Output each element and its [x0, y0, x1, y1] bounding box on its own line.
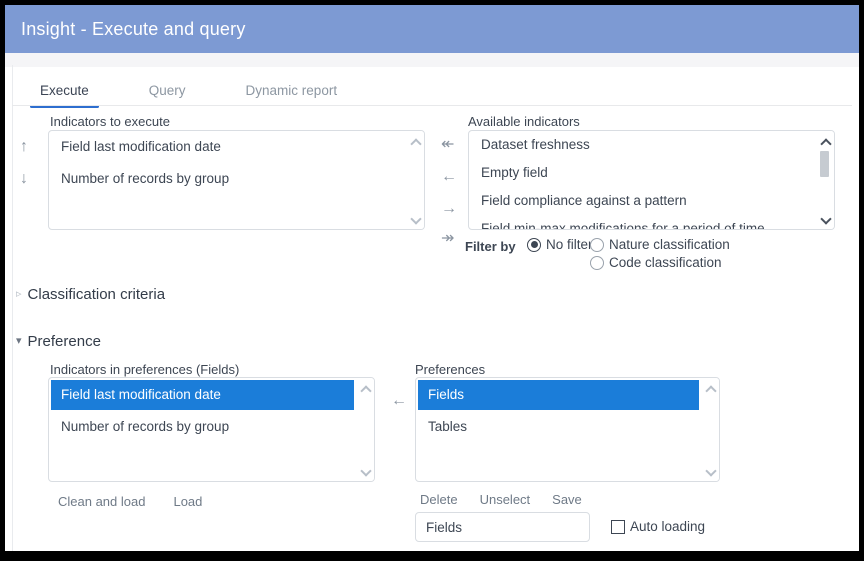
radio-label[interactable]: Code classification [609, 255, 722, 270]
indicators-to-execute-label: Indicators to execute [50, 114, 170, 129]
radio-icon[interactable] [590, 256, 604, 270]
filter-by-label: Filter by [465, 239, 516, 254]
available-indicators-list[interactable]: Dataset freshness Empty field Field comp… [468, 130, 835, 230]
tab-bar: Execute Query Dynamic report [30, 79, 347, 105]
scroll-up-icon[interactable] [361, 384, 369, 392]
section-preference[interactable]: ▾ Preference [16, 333, 101, 350]
window-title: Insight - Execute and query [21, 19, 246, 40]
scroll-up-icon[interactable] [821, 137, 829, 145]
list-item[interactable]: Number of records by group [49, 163, 406, 195]
move-up-icon[interactable]: ↑ [20, 139, 28, 155]
window-frame: Insight - Execute and query Execute Quer… [0, 0, 864, 561]
move-down-icon[interactable]: ↓ [20, 171, 28, 187]
indicators-to-execute-list[interactable]: Field last modification date Number of r… [48, 130, 425, 230]
list-item[interactable]: Dataset freshness [469, 131, 816, 159]
section-classification-criteria[interactable]: ▹ Classification criteria [16, 286, 165, 303]
scroll-down-icon[interactable] [821, 215, 829, 223]
scrollbar-thumb[interactable] [820, 151, 829, 177]
list-item[interactable]: Number of records by group [49, 410, 356, 442]
move-all-left-icon[interactable]: ↞ [441, 137, 454, 153]
section-title[interactable]: Classification criteria [28, 286, 166, 303]
checkbox-icon[interactable] [611, 520, 625, 534]
tab-query[interactable]: Query [139, 79, 196, 105]
radio-no-filter[interactable]: No filter [527, 237, 593, 252]
load-button[interactable]: Load [173, 494, 202, 509]
scrollbar[interactable] [406, 131, 424, 229]
indicators-in-preferences-label: Indicators in preferences (Fields) [50, 362, 239, 377]
list-item[interactable]: Field last modification date [49, 131, 406, 163]
unselect-button[interactable]: Unselect [480, 492, 531, 507]
list-item-selected[interactable]: Fields [418, 380, 699, 410]
scroll-down-icon[interactable] [361, 467, 369, 475]
scroll-up-icon[interactable] [706, 384, 714, 392]
window-body: Insight - Execute and query Execute Quer… [5, 5, 859, 551]
right-list-actions: Delete Unselect Save [420, 492, 582, 507]
preferences-label: Preferences [415, 362, 485, 377]
indicators-in-preferences-list[interactable]: Field last modification date Number of r… [48, 377, 375, 482]
window-titlebar: Insight - Execute and query [5, 5, 859, 53]
panel-left-border [12, 65, 13, 551]
list-item[interactable]: Tables [416, 410, 701, 442]
radio-icon[interactable] [527, 238, 541, 252]
clean-and-load-button[interactable]: Clean and load [58, 494, 145, 509]
available-indicators-label: Available indicators [468, 114, 580, 129]
expanded-triangle-icon[interactable]: ▾ [16, 336, 22, 347]
tab-divider [12, 105, 852, 106]
move-right-icon[interactable]: → [441, 201, 457, 217]
preference-name-input[interactable] [415, 512, 590, 542]
auto-loading-label[interactable]: Auto loading [630, 519, 705, 534]
list-item[interactable]: Empty field [469, 159, 816, 187]
save-button[interactable]: Save [552, 492, 582, 507]
preferences-list[interactable]: Fields Tables [415, 377, 720, 482]
titlebar-gap [5, 53, 859, 67]
section-title[interactable]: Preference [28, 333, 101, 350]
radio-label[interactable]: Nature classification [609, 237, 730, 252]
scroll-up-icon[interactable] [411, 137, 419, 145]
move-all-right-icon[interactable]: ↠ [441, 231, 454, 247]
move-left-icon[interactable]: ← [441, 169, 457, 185]
list-item[interactable]: Field compliance against a pattern [469, 187, 816, 215]
radio-code-classification[interactable]: Code classification [590, 255, 722, 270]
scrollbar[interactable] [356, 378, 374, 481]
collapsed-triangle-icon[interactable]: ▹ [16, 289, 22, 300]
tab-dynamic-report[interactable]: Dynamic report [236, 79, 348, 105]
scrollbar[interactable] [816, 131, 834, 229]
move-left-icon[interactable]: ← [391, 393, 407, 409]
list-item-selected[interactable]: Field last modification date [51, 380, 354, 410]
left-list-actions: Clean and load Load [58, 494, 202, 509]
delete-button[interactable]: Delete [420, 492, 458, 507]
tab-execute[interactable]: Execute [30, 79, 99, 105]
radio-nature-classification[interactable]: Nature classification [590, 237, 730, 252]
radio-label[interactable]: No filter [546, 237, 593, 252]
scrollbar[interactable] [701, 378, 719, 481]
scroll-down-icon[interactable] [706, 467, 714, 475]
scroll-down-icon[interactable] [411, 215, 419, 223]
list-item[interactable]: Field min-max modifications for a period… [469, 215, 816, 229]
auto-loading-checkbox-row[interactable]: Auto loading [611, 519, 705, 534]
radio-icon[interactable] [590, 238, 604, 252]
